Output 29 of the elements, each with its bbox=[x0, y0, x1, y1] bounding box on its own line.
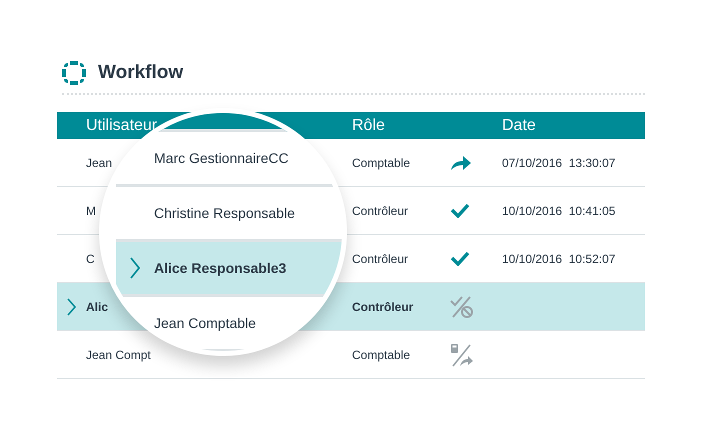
table-cell-text: Comptable bbox=[352, 348, 412, 362]
forward-arrow-icon bbox=[450, 154, 472, 170]
table-cell-text: Contrôleur bbox=[352, 300, 414, 314]
table-cell: M bbox=[86, 204, 96, 218]
table-cell: C bbox=[86, 252, 95, 266]
table-cell: Jean bbox=[86, 156, 112, 170]
table-cell: Jean Compt bbox=[86, 348, 151, 362]
column-header: Utilisateur bbox=[86, 116, 158, 134]
user-name: Christine Responsable bbox=[154, 205, 295, 221]
check-icon bbox=[450, 203, 470, 218]
table-cell: 07/10/2016 13:30:07 bbox=[502, 156, 616, 170]
table-cell: 10/10/2016 10:52:07 bbox=[502, 252, 616, 266]
table-cell: 10/10/2016 10:41:05 bbox=[502, 204, 616, 218]
table-cell: Alic bbox=[86, 300, 108, 314]
user-name: Jean Comptable bbox=[154, 315, 256, 331]
check-blocked-icon bbox=[450, 294, 474, 318]
check-icon bbox=[450, 251, 470, 266]
user-name: Alice Responsable3 bbox=[154, 260, 286, 276]
page-title: Workflow bbox=[98, 62, 184, 84]
chevron-icon bbox=[67, 298, 76, 316]
table-cell-text: Contrôleur bbox=[352, 252, 410, 266]
table-cell-text: Contrôleur bbox=[352, 204, 410, 218]
table-cell-text: Comptable bbox=[352, 156, 412, 170]
column-header: Rôle bbox=[352, 116, 386, 134]
workflow-icon bbox=[62, 61, 86, 85]
user-name: Marc GestionnaireCC bbox=[154, 150, 289, 166]
column-header: Date bbox=[502, 116, 536, 134]
chevron-icon bbox=[130, 257, 140, 279]
calculator-forward-icon bbox=[450, 342, 474, 366]
